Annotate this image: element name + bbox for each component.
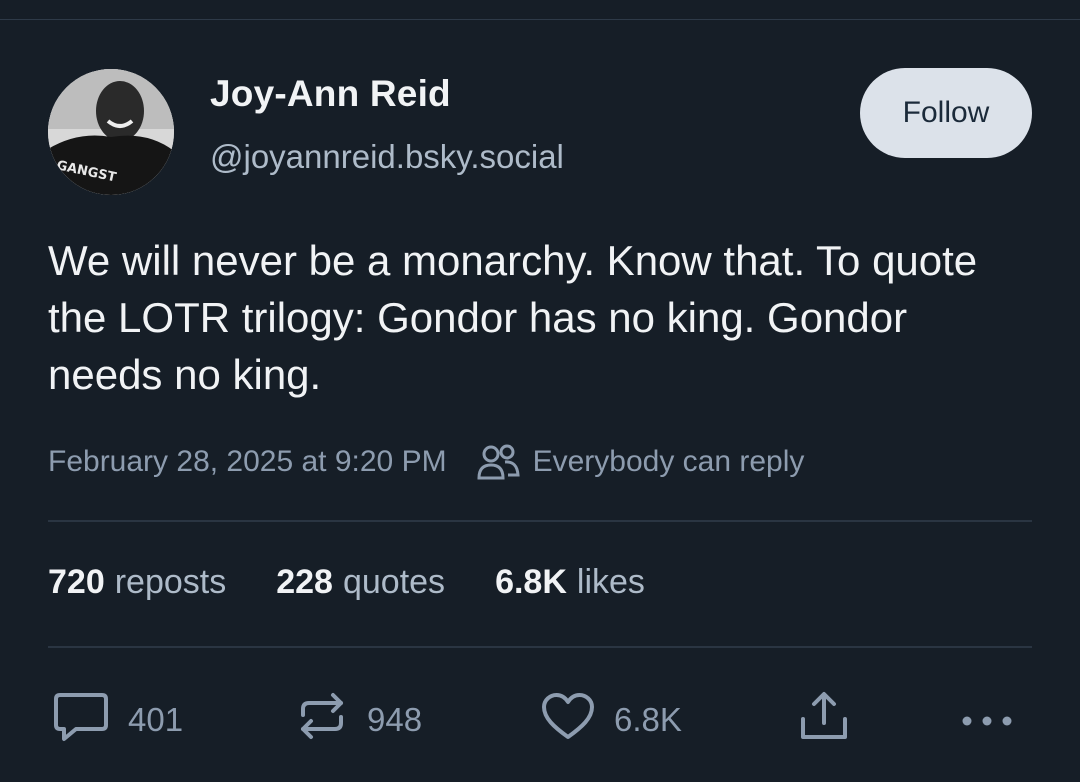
repost-count: 948 (367, 701, 423, 738)
like-count: 6.8K (614, 701, 682, 738)
reposts-count: 720 (48, 563, 105, 601)
likes-stat[interactable]: 6.8K likes (495, 563, 645, 602)
like-button[interactable]: 6.8K (540, 690, 682, 750)
divider (48, 646, 1032, 648)
reply-count: 401 (128, 701, 184, 738)
reposts-stat[interactable]: 720 reposts (48, 563, 226, 602)
post-meta: February 28, 2025 at 9:20 PM Everybody c… (48, 440, 804, 484)
handle[interactable]: @joyannreid.bsky.social (210, 138, 564, 176)
quotes-count: 228 (276, 563, 333, 601)
share-button[interactable] (797, 690, 851, 750)
divider (48, 520, 1032, 522)
follow-button[interactable]: Follow (860, 68, 1032, 158)
more-icon (958, 701, 1016, 739)
avatar[interactable]: GANGST (48, 69, 174, 195)
quotes-label: quotes (342, 563, 446, 601)
reply-setting[interactable]: Everybody can reply (533, 445, 805, 479)
reply-button[interactable]: 401 (52, 690, 183, 750)
reposts-label: reposts (114, 563, 227, 601)
post-text: We will never be a monarchy. Know that. … (48, 237, 978, 398)
quotes-stat[interactable]: 228 quotes (276, 563, 445, 602)
share-icon (797, 689, 851, 751)
heart-icon (540, 691, 596, 749)
likes-count: 6.8K (495, 563, 567, 601)
post-timestamp[interactable]: February 28, 2025 at 9:20 PM (48, 445, 447, 479)
top-divider (0, 19, 1080, 20)
display-name[interactable]: Joy-Ann Reid (210, 73, 451, 115)
avatar-image: GANGST (48, 69, 174, 195)
people-icon (477, 442, 521, 482)
stats-row: 720 reposts 228 quotes 6.8K likes (48, 563, 695, 602)
repost-button[interactable]: 948 (295, 690, 422, 750)
more-options-button[interactable] (958, 690, 1016, 750)
likes-label: likes (576, 563, 645, 601)
comment-icon (52, 689, 110, 751)
repost-icon (295, 689, 349, 751)
